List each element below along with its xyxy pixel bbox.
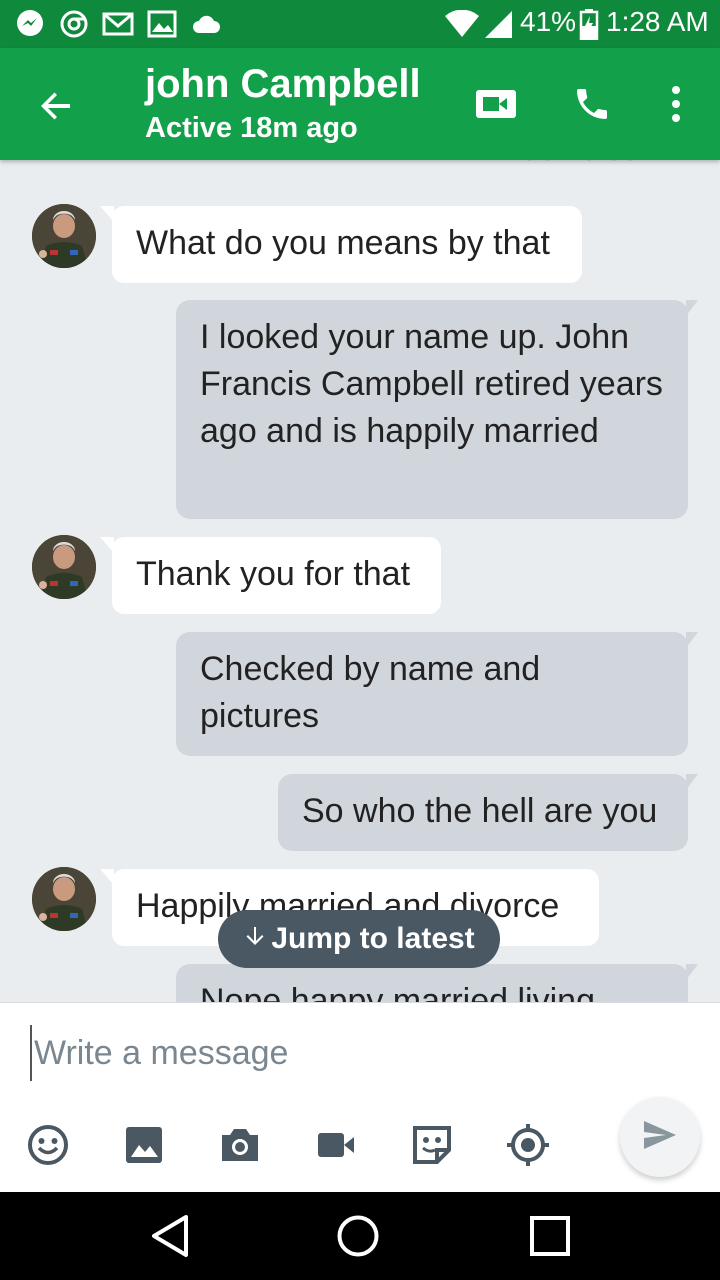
recents-square-icon[interactable] [526,1212,574,1260]
message-input[interactable] [30,1025,590,1081]
battery-percent: 41% [520,6,577,37]
camera-icon[interactable] [216,1121,264,1169]
system-nav-bar [0,1192,720,1280]
message-bubble-outgoing[interactable]: Checked by name and pictures [176,632,698,756]
conversation-header: john Campbell Active 18m ago [0,48,720,160]
jump-to-latest-label: Jump to latest [271,922,475,955]
image-icon[interactable] [120,1121,168,1169]
send-button[interactable] [620,1097,700,1177]
gallery-icon [146,8,178,40]
avatar[interactable] [32,867,96,931]
sticker-icon[interactable] [408,1121,456,1169]
location-icon[interactable] [504,1121,552,1169]
wifi-icon [444,8,480,40]
back-arrow-icon[interactable] [28,78,84,134]
message-bubble-outgoing[interactable]: So who the hell are you [278,774,698,851]
cloud-icon [190,8,222,40]
video-icon[interactable] [312,1121,360,1169]
jump-to-latest-button[interactable]: Jump to latest [218,910,500,968]
gmail-icon [102,8,134,40]
avatar[interactable] [32,204,96,268]
message-bubble-incoming[interactable]: Thank you for that [100,537,441,614]
back-triangle-icon[interactable] [146,1212,194,1260]
message-bubble-incoming[interactable]: What do you means by that [100,206,582,283]
emoji-icon[interactable] [24,1121,72,1169]
contact-status: Active 18m ago [145,112,358,144]
more-vert-icon[interactable] [648,76,704,132]
arrow-down-icon [243,922,267,956]
chrome-icon [58,8,90,40]
avatar[interactable] [32,535,96,599]
contact-name[interactable]: john Campbell [145,62,421,107]
clock: 1:28 AM [606,6,709,37]
composer [0,1002,720,1192]
signal-icon [482,8,514,40]
message-bubble-outgoing[interactable]: I looked your name up. John Francis Camp… [176,300,698,519]
battery-icon [578,8,600,40]
home-circle-icon[interactable] [334,1212,382,1260]
messenger-icon [14,8,46,40]
send-icon [642,1119,678,1156]
phone-call-icon[interactable] [564,76,620,132]
video-call-icon[interactable] [468,76,524,132]
status-bar: 41% 1:28 AM [0,0,720,48]
